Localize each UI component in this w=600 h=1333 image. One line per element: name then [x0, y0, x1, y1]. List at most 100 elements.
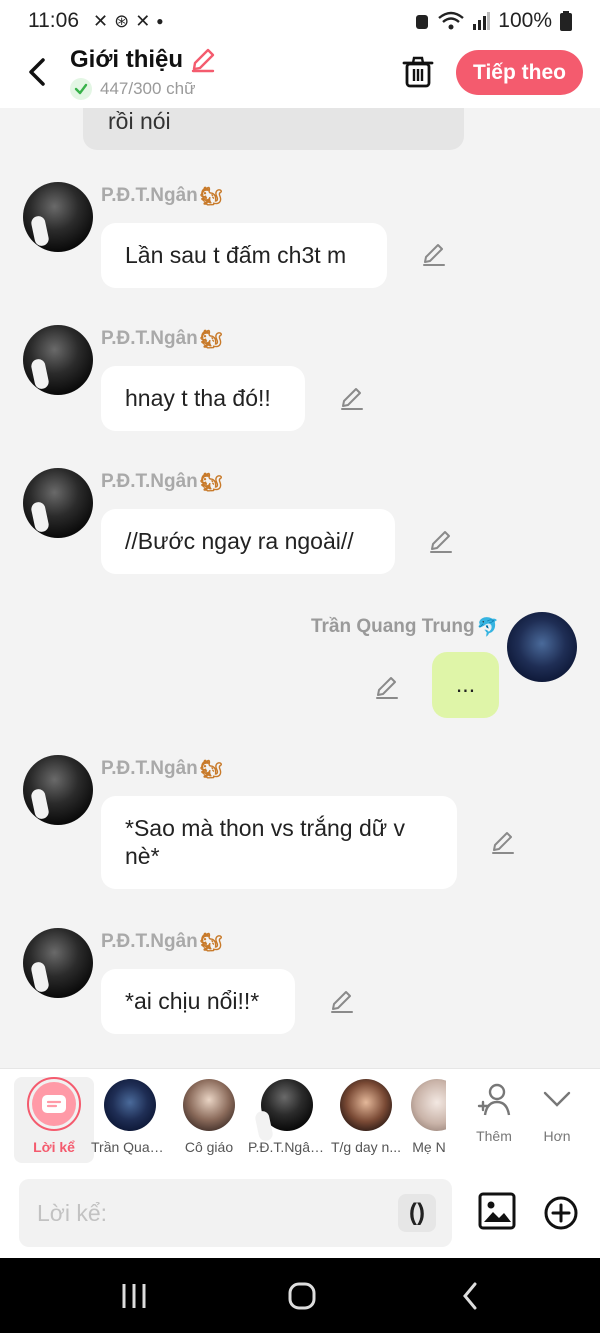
avatar — [411, 1079, 446, 1131]
system-nav-bar — [0, 1258, 600, 1333]
chevron-down-icon — [543, 1091, 571, 1107]
character-label: Mẹ N — [412, 1139, 446, 1155]
page-title-text: Giới thiệu — [70, 46, 184, 73]
alarm-icon — [416, 15, 429, 29]
character-label: P.Đ.T.Ngân... — [248, 1139, 326, 1155]
character-selector: Lời kể Trần Quan... Cô giáo P.Đ.T.Ngân..… — [0, 1068, 600, 1168]
avatar[interactable] — [507, 612, 577, 682]
recent-apps-icon — [122, 1284, 146, 1308]
back-arrow-icon — [29, 58, 45, 86]
status-bar: 11:06 ✕ ⊛ ✕ ● 100% — [0, 0, 600, 42]
app-notification-icon: ✕ — [135, 10, 151, 31]
more-characters-button[interactable]: Hơn — [537, 1081, 577, 1144]
top-header: Giới thiệu 447/300 chữ Tiếp theo — [0, 42, 600, 108]
message-text: *Sao mà thon vs trắng dữ v nè* — [125, 814, 406, 869]
notification-icons: ✕ ⊛ ✕ ● — [93, 11, 164, 32]
home-icon — [288, 1282, 316, 1310]
recent-apps-button[interactable] — [114, 1278, 154, 1314]
message-bubble[interactable]: *Sao mà thon vs trắng dữ v nè* — [101, 796, 457, 889]
back-button[interactable] — [20, 52, 54, 92]
narrator-avatar — [27, 1077, 81, 1131]
add-person-icon — [477, 1083, 511, 1116]
back-nav-button[interactable] — [450, 1278, 490, 1314]
compose-bar: () — [0, 1168, 600, 1258]
char-count: 447/300 chữ — [70, 78, 196, 100]
character-item[interactable]: T/g day n... — [326, 1077, 406, 1163]
avatar — [104, 1079, 156, 1131]
sender-name: P.Đ.T.Ngân 🐿 — [101, 328, 223, 349]
edit-title-icon[interactable] — [189, 46, 217, 74]
message-bubble[interactable]: Lần sau t đấm ch3t m — [101, 223, 387, 288]
image-icon[interactable] — [478, 1192, 516, 1230]
app-notification-icon: ✕ — [93, 10, 109, 31]
avatar[interactable] — [23, 928, 93, 998]
character-item[interactable]: P.Đ.T.Ngân... — [247, 1077, 327, 1163]
squirrel-icon: 🐿 — [199, 328, 223, 349]
signal-icon — [473, 12, 491, 30]
avatar — [340, 1079, 392, 1131]
char-count-text: 447/300 chữ — [100, 79, 196, 98]
message-bubble[interactable]: //Bước ngay ra ngoài// — [101, 509, 395, 574]
sender-name: Trần Quang Trung 🐬 — [310, 616, 499, 637]
back-nav-icon — [463, 1282, 477, 1310]
avatar[interactable] — [23, 755, 93, 825]
previous-message-bubble: rồi nói — [83, 108, 464, 150]
add-character-button[interactable]: Thêm — [474, 1081, 514, 1144]
character-label: T/g day n... — [330, 1139, 402, 1155]
avatar[interactable] — [23, 468, 93, 538]
character-label: Trần Quan... — [91, 1139, 169, 1155]
message-text: Lần sau t đấm ch3t m — [125, 241, 347, 268]
character-narrator[interactable]: Lời kể — [14, 1077, 94, 1163]
battery-icon — [560, 11, 572, 31]
more-characters-label: Hơn — [543, 1128, 571, 1144]
avatar[interactable] — [23, 325, 93, 395]
avatar — [183, 1079, 235, 1131]
parentheses-button[interactable]: () — [398, 1194, 436, 1232]
message-text: hnay t tha đó!! — [125, 384, 271, 411]
battery-percent: 100% — [498, 9, 552, 32]
sender-name: P.Đ.T.Ngân 🐿 — [101, 185, 223, 206]
edit-pencil-icon[interactable] — [490, 830, 516, 856]
message-bubble[interactable]: hnay t tha đó!! — [101, 366, 305, 431]
character-label: Lời kể — [33, 1139, 75, 1155]
message-text: //Bước ngay ra ngoài// — [125, 527, 354, 554]
message-text: ... — [455, 671, 476, 698]
chat-area[interactable]: rồi nói P.Đ.T.Ngân 🐿 Lần sau t đấm ch3t … — [0, 108, 600, 1068]
message-text: *ai chịu nổi!!* — [125, 987, 260, 1014]
squirrel-icon: 🐿 — [199, 471, 223, 492]
message-bubble[interactable]: ... — [432, 652, 499, 718]
dolphin-icon: 🐬 — [476, 616, 499, 637]
squirrel-icon: 🐿 — [199, 758, 223, 779]
edit-pencil-icon[interactable] — [421, 242, 447, 268]
wifi-icon — [438, 11, 465, 30]
edit-pencil-icon[interactable] — [428, 529, 454, 555]
character-label: Cô giáo — [184, 1139, 234, 1155]
home-button[interactable] — [282, 1278, 322, 1314]
edit-pencil-icon[interactable] — [339, 386, 365, 412]
message-bubble[interactable]: *ai chịu nổi!!* — [101, 969, 295, 1034]
sender-name: P.Đ.T.Ngân 🐿 — [101, 471, 223, 492]
status-right: 100% — [414, 9, 572, 33]
edit-pencil-icon[interactable] — [329, 989, 355, 1015]
plus-circle-icon[interactable] — [544, 1196, 578, 1230]
edit-pencil-icon[interactable] — [492, 108, 518, 116]
page-title: Giới thiệu — [70, 46, 217, 74]
character-item[interactable]: Trần Quan... — [90, 1077, 170, 1163]
character-item[interactable]: Mẹ N — [402, 1077, 446, 1163]
sender-name: P.Đ.T.Ngân 🐿 — [101, 758, 223, 779]
narration-icon — [42, 1095, 66, 1113]
check-icon — [70, 78, 92, 100]
character-item[interactable]: Cô giáo — [169, 1077, 249, 1163]
squirrel-icon: 🐿 — [199, 931, 223, 952]
edit-pencil-icon[interactable] — [374, 675, 400, 701]
avatar[interactable] — [23, 182, 93, 252]
avatar — [261, 1079, 313, 1131]
previous-message-text: rồi nói — [108, 108, 171, 134]
trash-icon[interactable] — [400, 54, 436, 90]
narration-input[interactable] — [19, 1179, 452, 1247]
next-button[interactable]: Tiếp theo — [456, 50, 583, 95]
dot-icon: ● — [156, 14, 164, 28]
add-character-label: Thêm — [476, 1128, 512, 1144]
app-notification-icon: ⊛ — [114, 10, 130, 31]
squirrel-icon: 🐿 — [199, 185, 223, 206]
